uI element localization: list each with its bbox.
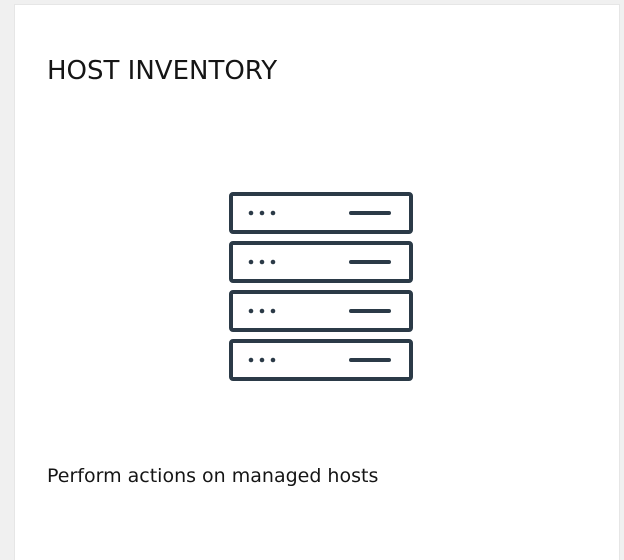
host-inventory-tile[interactable]: HOST INVENTORY Perform actions on manage… [14,4,620,560]
server-rack-icon [229,192,413,381]
tile-description: Perform actions on managed hosts [47,465,379,487]
tile-title: HOST INVENTORY [47,56,278,86]
